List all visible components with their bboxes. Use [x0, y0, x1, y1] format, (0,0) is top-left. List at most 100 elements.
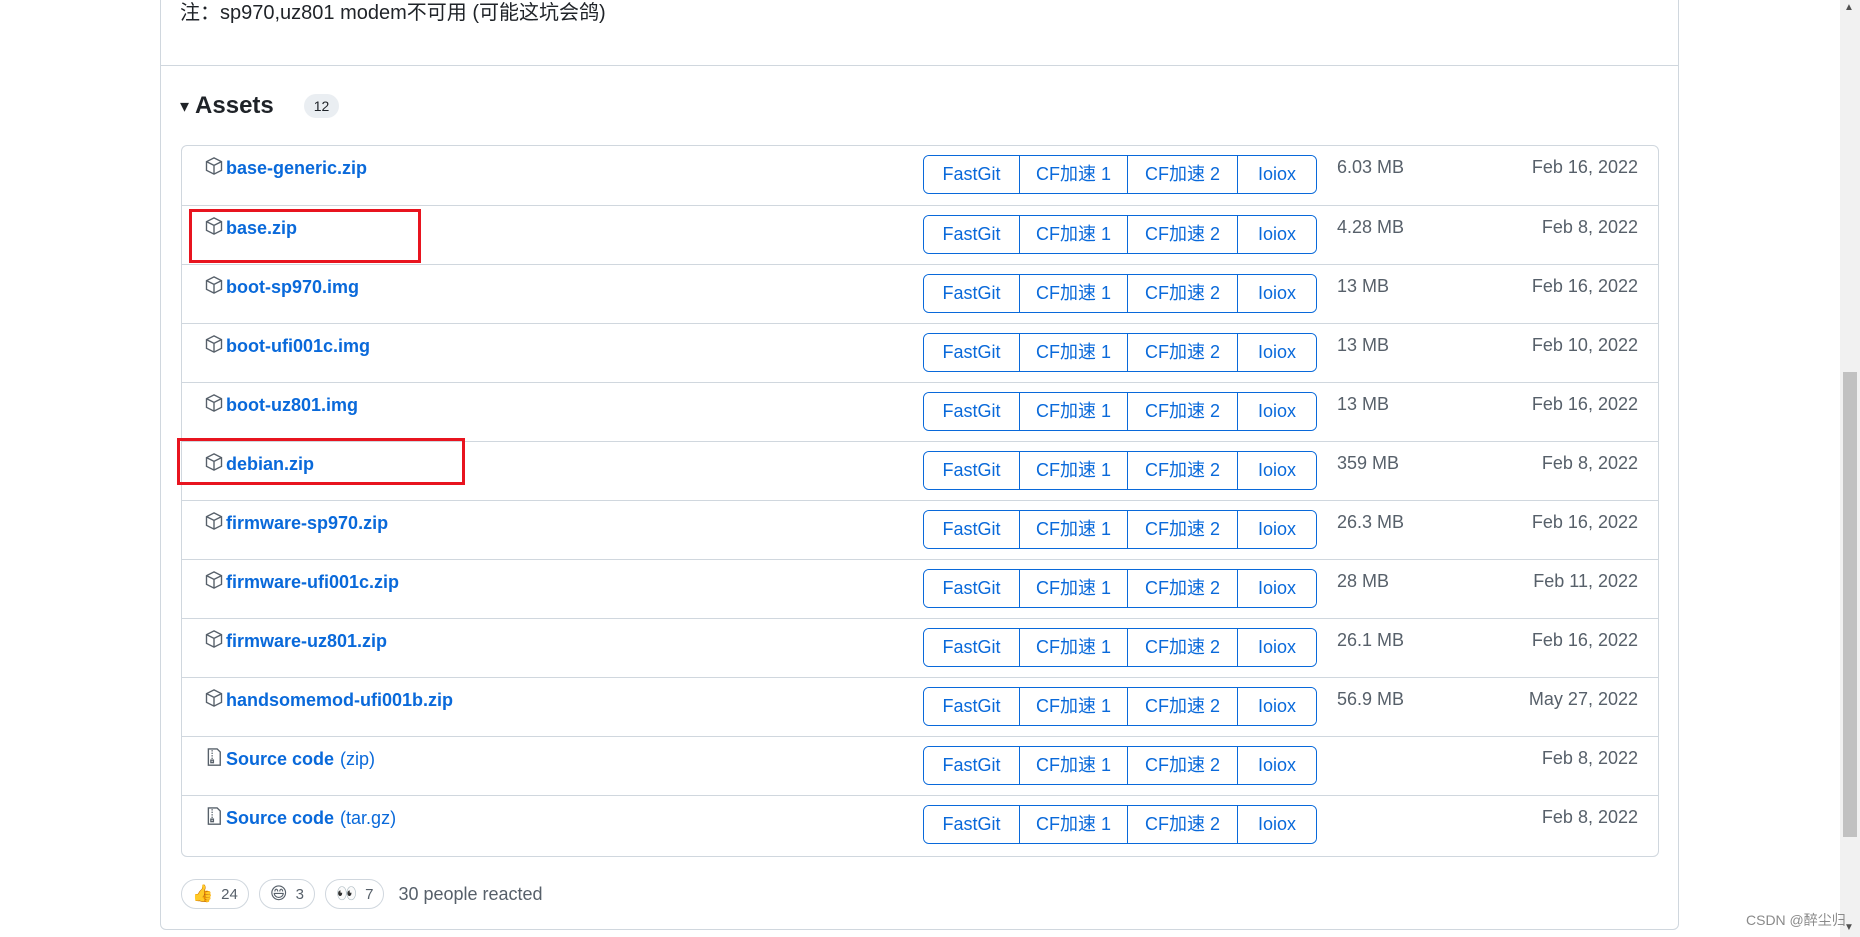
reaction-button[interactable]: 😄 3: [258, 879, 315, 909]
asset-link[interactable]: firmware-ufi001c.zip: [204, 570, 399, 595]
scrollbar[interactable]: ▲ ▼: [1840, 0, 1860, 937]
assets-header[interactable]: ▾ Assets 12: [180, 92, 340, 120]
mirror-button-group: FastGit CF加速 1 CF加速 2 Ioiox: [923, 274, 1317, 313]
ioiox-button[interactable]: Ioiox: [1237, 629, 1316, 666]
asset-suffix[interactable]: (tar.gz): [340, 808, 396, 829]
fastgit-button[interactable]: FastGit: [924, 688, 1019, 725]
cf-mirror-2-button[interactable]: CF加速 2: [1127, 806, 1237, 843]
package-icon: [204, 511, 226, 536]
fastgit-button[interactable]: FastGit: [924, 156, 1019, 193]
cf-mirror-1-button[interactable]: CF加速 1: [1019, 334, 1127, 371]
reaction-button[interactable]: 👍 24: [181, 879, 249, 909]
highlight-box-debian-zip: [177, 438, 465, 485]
cf-mirror-2-button[interactable]: CF加速 2: [1127, 629, 1237, 666]
fastgit-button[interactable]: FastGit: [924, 747, 1019, 784]
ioiox-button[interactable]: Ioiox: [1237, 806, 1316, 843]
cf-mirror-2-button[interactable]: CF加速 2: [1127, 275, 1237, 312]
asset-row: firmware-ufi001c.zip FastGit CF加速 1 CF加速…: [182, 559, 1658, 618]
asset-row: firmware-uz801.zip FastGit CF加速 1 CF加速 2…: [182, 618, 1658, 677]
cf-mirror-1-button[interactable]: CF加速 1: [1019, 747, 1127, 784]
asset-name[interactable]: Source code: [226, 749, 334, 770]
asset-name[interactable]: firmware-ufi001c.zip: [226, 572, 399, 593]
asset-name[interactable]: Source code: [226, 808, 334, 829]
reaction-count: 7: [365, 885, 374, 903]
asset-name[interactable]: firmware-sp970.zip: [226, 513, 388, 534]
reactions-bar: 👍 24 😄 3 👀 7 30 people reacted: [181, 879, 543, 909]
ioiox-button[interactable]: Ioiox: [1237, 334, 1316, 371]
watermark: CSDN @醉尘归: [1746, 912, 1846, 928]
asset-row: handsomemod-ufi001b.zip FastGit CF加速 1 C…: [182, 677, 1658, 736]
asset-link[interactable]: boot-sp970.img: [204, 275, 359, 300]
fastgit-button[interactable]: FastGit: [924, 629, 1019, 666]
ioiox-button[interactable]: Ioiox: [1237, 570, 1316, 607]
asset-link[interactable]: firmware-uz801.zip: [204, 629, 387, 654]
package-icon: [204, 334, 226, 359]
asset-link[interactable]: Source code (tar.gz): [204, 806, 396, 831]
cf-mirror-1-button[interactable]: CF加速 1: [1019, 275, 1127, 312]
cf-mirror-1-button[interactable]: CF加速 1: [1019, 629, 1127, 666]
assets-title: Assets: [195, 92, 274, 119]
asset-row: Source code (tar.gz) FastGit CF加速 1 CF加速 …: [182, 795, 1658, 854]
smile-icon: 😄: [269, 884, 288, 903]
cf-mirror-1-button[interactable]: CF加速 1: [1019, 216, 1127, 253]
ioiox-button[interactable]: Ioiox: [1237, 156, 1316, 193]
fastgit-button[interactable]: FastGit: [924, 216, 1019, 253]
asset-link[interactable]: base-generic.zip: [204, 156, 367, 181]
cf-mirror-1-button[interactable]: CF加速 1: [1019, 393, 1127, 430]
cf-mirror-1-button[interactable]: CF加速 1: [1019, 452, 1127, 489]
asset-date: Feb 8, 2022: [1541, 748, 1638, 768]
asset-link[interactable]: boot-ufi001c.img: [204, 334, 370, 359]
scrollbar-thumb[interactable]: [1843, 372, 1857, 837]
package-icon: [204, 156, 226, 181]
asset-name[interactable]: boot-uz801.img: [226, 395, 358, 416]
asset-suffix[interactable]: (zip): [340, 749, 375, 770]
cf-mirror-2-button[interactable]: CF加速 2: [1127, 216, 1237, 253]
ioiox-button[interactable]: Ioiox: [1237, 511, 1316, 548]
scroll-up-icon[interactable]: ▲: [1844, 2, 1854, 13]
cf-mirror-1-button[interactable]: CF加速 1: [1019, 688, 1127, 725]
fastgit-button[interactable]: FastGit: [924, 275, 1019, 312]
asset-name[interactable]: handsomemod-ufi001b.zip: [226, 690, 453, 711]
file-zip-icon: [204, 806, 226, 831]
asset-size: 6.03 MB: [1337, 157, 1405, 177]
cf-mirror-1-button[interactable]: CF加速 1: [1019, 156, 1127, 193]
asset-link[interactable]: Source code (zip): [204, 747, 375, 772]
fastgit-button[interactable]: FastGit: [924, 452, 1019, 489]
cf-mirror-2-button[interactable]: CF加速 2: [1127, 452, 1237, 489]
reaction-button[interactable]: 👀 7: [324, 879, 385, 909]
asset-name[interactable]: boot-sp970.img: [226, 277, 359, 298]
mirror-button-group: FastGit CF加速 1 CF加速 2 Ioiox: [923, 746, 1317, 785]
asset-link[interactable]: handsomemod-ufi001b.zip: [204, 688, 453, 713]
fastgit-button[interactable]: FastGit: [924, 806, 1019, 843]
cf-mirror-2-button[interactable]: CF加速 2: [1127, 393, 1237, 430]
ioiox-button[interactable]: Ioiox: [1237, 452, 1316, 489]
cf-mirror-2-button[interactable]: CF加速 2: [1127, 747, 1237, 784]
mirror-button-group: FastGit CF加速 1 CF加速 2 Ioiox: [923, 510, 1317, 549]
cf-mirror-1-button[interactable]: CF加速 1: [1019, 511, 1127, 548]
cf-mirror-2-button[interactable]: CF加速 2: [1127, 570, 1237, 607]
fastgit-button[interactable]: FastGit: [924, 511, 1019, 548]
mirror-button-group: FastGit CF加速 1 CF加速 2 Ioiox: [923, 628, 1317, 667]
ioiox-button[interactable]: Ioiox: [1237, 275, 1316, 312]
asset-name[interactable]: boot-ufi001c.img: [226, 336, 370, 357]
ioiox-button[interactable]: Ioiox: [1237, 747, 1316, 784]
cf-mirror-2-button[interactable]: CF加速 2: [1127, 688, 1237, 725]
asset-link[interactable]: firmware-sp970.zip: [204, 511, 388, 536]
cf-mirror-1-button[interactable]: CF加速 1: [1019, 806, 1127, 843]
cf-mirror-2-button[interactable]: CF加速 2: [1127, 334, 1237, 371]
asset-name[interactable]: base-generic.zip: [226, 158, 367, 179]
cf-mirror-1-button[interactable]: CF加速 1: [1019, 570, 1127, 607]
fastgit-button[interactable]: FastGit: [924, 334, 1019, 371]
cf-mirror-2-button[interactable]: CF加速 2: [1127, 511, 1237, 548]
asset-name[interactable]: firmware-uz801.zip: [226, 631, 387, 652]
asset-link[interactable]: boot-uz801.img: [204, 393, 358, 418]
fastgit-button[interactable]: FastGit: [924, 570, 1019, 607]
ioiox-button[interactable]: Ioiox: [1237, 393, 1316, 430]
cf-mirror-2-button[interactable]: CF加速 2: [1127, 156, 1237, 193]
ioiox-button[interactable]: Ioiox: [1237, 216, 1316, 253]
ioiox-button[interactable]: Ioiox: [1237, 688, 1316, 725]
fastgit-button[interactable]: FastGit: [924, 393, 1019, 430]
asset-row: boot-ufi001c.img FastGit CF加速 1 CF加速 2 I…: [182, 323, 1658, 382]
mirror-button-group: FastGit CF加速 1 CF加速 2 Ioiox: [923, 155, 1317, 194]
mirror-button-group: FastGit CF加速 1 CF加速 2 Ioiox: [923, 392, 1317, 431]
